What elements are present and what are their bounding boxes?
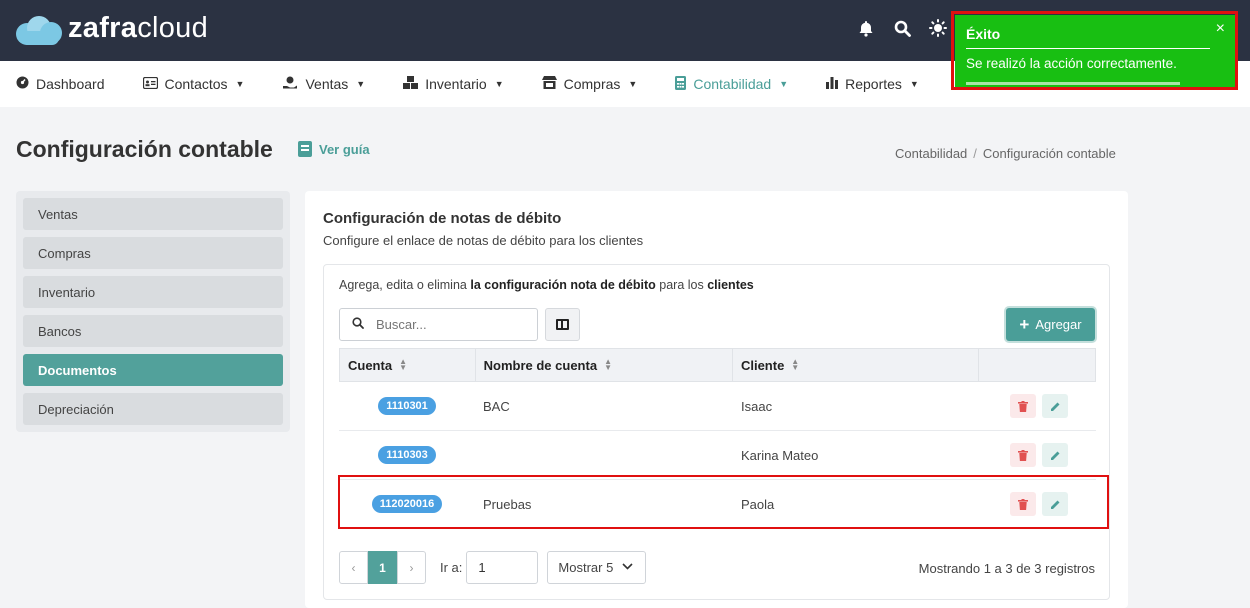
- account-badge: 1110303: [378, 446, 436, 464]
- address-card-icon: [142, 76, 158, 92]
- trash-icon: [1018, 449, 1028, 461]
- search-icon: [352, 317, 364, 332]
- table-row: 1110301 BAC Isaac: [339, 382, 1096, 431]
- book-icon: [298, 141, 312, 157]
- side-item-ventas[interactable]: Ventas: [23, 198, 283, 230]
- pagination: ‹ 1 › Ir a: 1 Mostrar 5: [339, 551, 647, 584]
- nav-ventas[interactable]: Ventas ▼: [282, 76, 365, 93]
- chevron-down-icon: [622, 562, 633, 573]
- cloud-logo-icon: [16, 13, 64, 45]
- side-item-depreciacion[interactable]: Depreciación: [23, 393, 283, 425]
- store-icon: [541, 76, 557, 92]
- logo[interactable]: zafracloud: [16, 12, 208, 45]
- bell-icon[interactable]: [856, 18, 876, 38]
- plus-icon: +: [1019, 314, 1030, 334]
- dashboard-icon: [16, 76, 29, 92]
- table-row: 1110303 Karina Mateo: [339, 431, 1096, 480]
- pencil-icon: [1050, 402, 1059, 411]
- hand-holding-dollar-icon: [282, 76, 298, 93]
- row-highlight-box: [338, 475, 1109, 529]
- column-header-cuenta[interactable]: Cuenta ▲ ▼: [340, 349, 476, 381]
- sun-icon[interactable]: [928, 18, 948, 38]
- debit-notes-card: Configuración de notas de débito Configu…: [305, 191, 1128, 608]
- page-title: Configuración contable: [16, 136, 273, 162]
- guide-link[interactable]: Ver guía: [298, 141, 370, 157]
- calculator-icon: [675, 75, 687, 93]
- page-size-select[interactable]: Mostrar 5: [547, 551, 647, 584]
- columns-toggle-button[interactable]: [545, 308, 580, 341]
- search-icon[interactable]: [892, 18, 912, 38]
- toast-message: Se realizó la acción correctamente.: [966, 56, 1177, 71]
- success-toast: Éxito × Se realizó la acción correctamen…: [955, 15, 1235, 87]
- column-header-cliente[interactable]: Cliente ▲ ▼: [733, 349, 980, 381]
- nav-reportes[interactable]: Reportes ▼: [826, 76, 919, 92]
- boxes-icon: [403, 76, 419, 92]
- next-page-button[interactable]: ›: [397, 551, 426, 584]
- debit-notes-panel: Agrega, edita o elimina la configuración…: [323, 264, 1110, 600]
- records-summary: Mostrando 1 a 3 de 3 registros: [918, 561, 1095, 576]
- nav-inventario[interactable]: Inventario ▼: [403, 76, 504, 92]
- close-icon[interactable]: ×: [1216, 20, 1225, 38]
- side-item-bancos[interactable]: Bancos: [23, 315, 283, 347]
- settings-side-menu: Ventas Compras Inventario Bancos Documen…: [16, 191, 290, 432]
- side-item-documentos[interactable]: Documentos: [23, 354, 283, 386]
- chevron-down-icon: ▼: [909, 79, 919, 89]
- chevron-down-icon: ▼: [779, 79, 789, 89]
- nav-compras[interactable]: Compras ▼: [541, 76, 638, 92]
- goto-page-input[interactable]: 1: [466, 551, 539, 584]
- chevron-down-icon: ▼: [628, 79, 638, 89]
- bar-chart-icon: [826, 76, 839, 92]
- search-input[interactable]: [376, 317, 526, 332]
- goto-label: Ir a:: [440, 560, 463, 575]
- breadcrumb: Contabilidad / Configuración contable: [895, 146, 1116, 161]
- sort-icon: ▲ ▼: [604, 357, 612, 372]
- column-header-actions: [979, 349, 1095, 381]
- chevron-down-icon: ▼: [494, 79, 504, 89]
- sort-icon: ▲ ▼: [399, 357, 407, 372]
- prev-page-button[interactable]: ‹: [339, 551, 368, 584]
- nav-contactos[interactable]: Contactos ▼: [142, 76, 245, 92]
- toast-divider: [966, 48, 1210, 49]
- table-header: Cuenta ▲ ▼ Nombre de cuenta ▲ ▼ Cliente ▲ ▼: [339, 348, 1096, 382]
- pencil-icon: [1050, 451, 1059, 460]
- delete-button[interactable]: [1010, 394, 1036, 418]
- account-badge: 1110301: [378, 397, 436, 415]
- panel-description: Agrega, edita o elimina la configuración…: [339, 278, 754, 292]
- edit-button[interactable]: [1042, 394, 1068, 418]
- sort-icon: ▲ ▼: [791, 357, 800, 372]
- chevron-down-icon: ▼: [235, 79, 245, 89]
- breadcrumb-item-current: Configuración contable: [982, 146, 1116, 161]
- client-name: Isaac: [741, 398, 773, 414]
- side-item-inventario[interactable]: Inventario: [23, 276, 283, 308]
- brand-name: zafracloud: [68, 12, 209, 44]
- delete-button[interactable]: [1010, 443, 1036, 467]
- nav-dashboard[interactable]: Dashboard: [16, 76, 105, 92]
- chevron-down-icon: ▼: [356, 79, 366, 89]
- client-name: Karina Mateo: [741, 447, 819, 463]
- add-button[interactable]: + Agregar: [1006, 308, 1095, 341]
- page-button-1[interactable]: 1: [368, 551, 397, 584]
- search-box[interactable]: [339, 308, 538, 341]
- trash-icon: [1018, 400, 1028, 412]
- nav-contabilidad[interactable]: Contabilidad ▼: [675, 75, 789, 93]
- column-header-nombre[interactable]: Nombre de cuenta ▲ ▼: [476, 349, 733, 381]
- columns-icon: [556, 319, 569, 330]
- toast-title: Éxito: [966, 26, 1001, 42]
- edit-button[interactable]: [1042, 443, 1068, 467]
- card-title: Configuración de notas de débito: [323, 210, 562, 227]
- account-name: BAC: [483, 398, 510, 414]
- card-subtitle: Configure el enlace de notas de débito p…: [323, 233, 644, 248]
- breadcrumb-item[interactable]: Contabilidad: [895, 146, 967, 161]
- toast-progress-bar: [966, 82, 1180, 85]
- side-item-compras[interactable]: Compras: [23, 237, 283, 269]
